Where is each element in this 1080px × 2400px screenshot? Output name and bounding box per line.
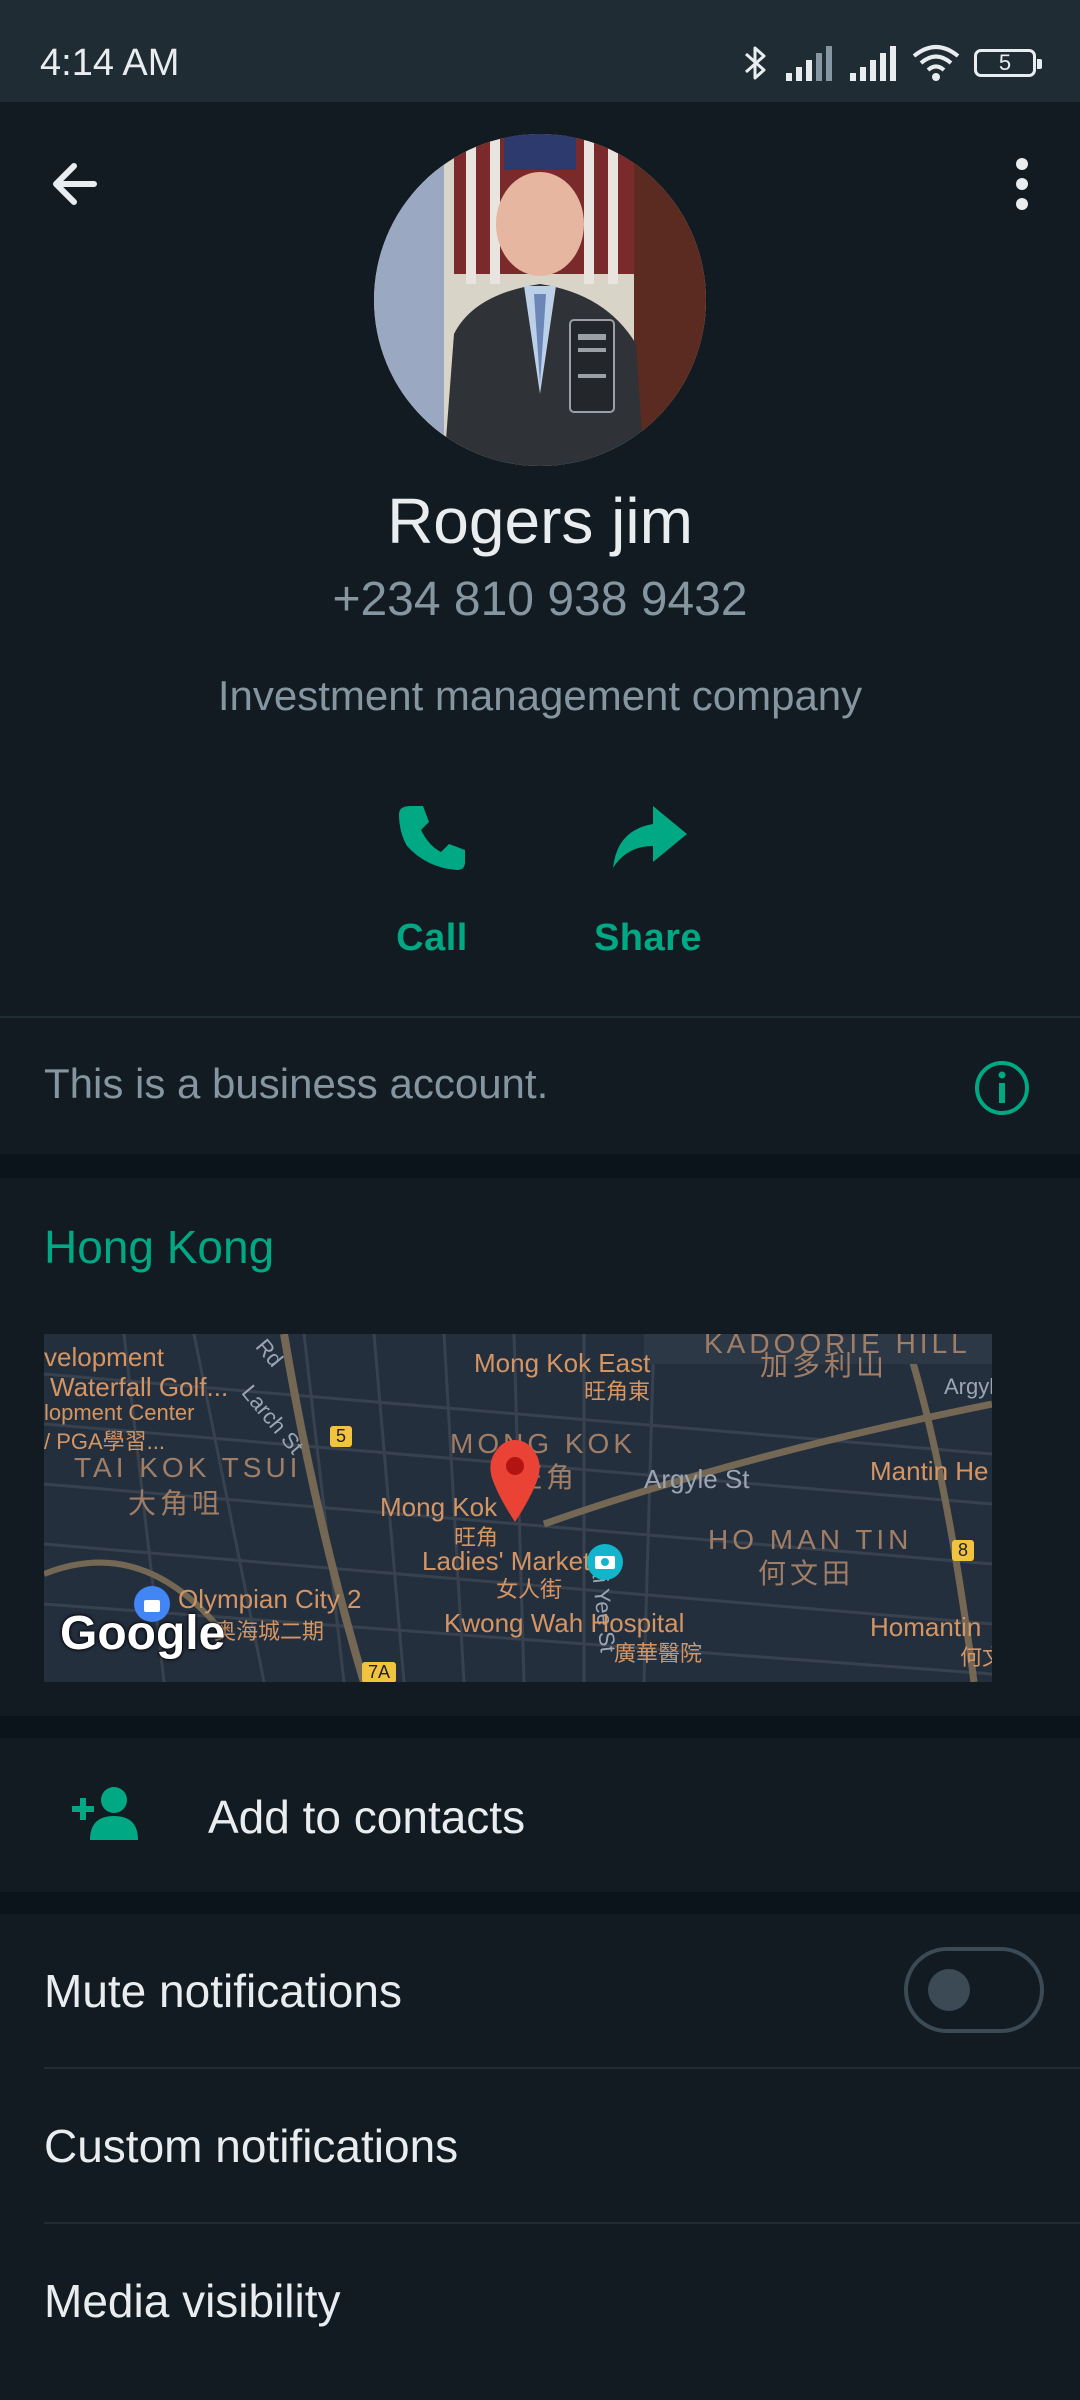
- call-label: Call: [396, 917, 468, 959]
- avatar-photo: [374, 134, 706, 466]
- camera-icon: [587, 1544, 623, 1580]
- media-visibility-label: Media visibility: [44, 2275, 341, 2327]
- battery-icon: 5: [974, 49, 1042, 77]
- map-label: Argyle St: [644, 1464, 750, 1494]
- wifi-icon: [912, 45, 960, 81]
- info-icon[interactable]: [972, 1058, 1032, 1118]
- mute-notifications-label: Mute notifications: [44, 1965, 402, 2017]
- signal-icon: [786, 46, 832, 81]
- avatar[interactable]: [374, 134, 706, 466]
- mute-notifications-toggle[interactable]: [904, 1947, 1044, 2033]
- toggle-knob: [928, 1969, 970, 2011]
- custom-notifications-row[interactable]: Custom notifications: [0, 2069, 1080, 2224]
- more-vert-icon[interactable]: [992, 150, 1052, 218]
- map-label: lopment Center: [44, 1400, 195, 1425]
- profile-card: Rogers jim +234 810 938 9432 Investment …: [0, 102, 1080, 1152]
- location-card: Hong Kong velopment Waterfall Golf... lo…: [0, 1178, 1080, 1716]
- map-label: 廣華醫院: [614, 1641, 703, 1666]
- location-title: Hong Kong: [44, 1221, 275, 1273]
- business-note-text: This is a business account.: [44, 1060, 549, 1107]
- share-icon: [613, 806, 687, 868]
- map-pin-icon: [490, 1440, 540, 1522]
- map-label: Waterfall Golf...: [50, 1372, 229, 1402]
- location-map[interactable]: velopment Waterfall Golf... lopment Cent…: [44, 1334, 992, 1682]
- map-label: Argyl: [944, 1374, 992, 1399]
- add-to-contacts-button[interactable]: Add to contacts: [0, 1738, 1080, 1892]
- map-label: 5: [330, 1426, 353, 1447]
- person-add-icon: [72, 1787, 138, 1840]
- custom-notifications-label: Custom notifications: [44, 2120, 459, 2172]
- map-label: 7A: [362, 1662, 397, 1682]
- arrow-left-icon[interactable]: [42, 150, 110, 218]
- map-label: 加多利山: [760, 1350, 889, 1381]
- map-label: 何文: [960, 1645, 992, 1670]
- call-button[interactable]: Call: [322, 792, 542, 992]
- signal-icon: [850, 46, 896, 81]
- map-label: 何文田: [758, 1558, 855, 1589]
- share-button[interactable]: Share: [538, 792, 758, 992]
- mute-notifications-row[interactable]: Mute notifications: [0, 1914, 1080, 2069]
- status-time: 4:14 AM: [40, 42, 180, 84]
- map-label: 8: [952, 1540, 975, 1561]
- phone-icon: [399, 806, 465, 870]
- map-label: 女人街: [496, 1577, 563, 1602]
- contact-about: Investment management company: [217, 672, 863, 719]
- google-logo: Google: [60, 1607, 226, 1660]
- map-label: 奥海城二期: [214, 1619, 325, 1644]
- notification-settings: Mute notifications Custom notifications …: [0, 1914, 1080, 2400]
- map-label: Mong Kok: [380, 1492, 498, 1522]
- media-visibility-row[interactable]: Media visibility: [0, 2224, 1080, 2379]
- contact-name: Rogers jim: [387, 485, 693, 557]
- business-account-note[interactable]: This is a business account.: [0, 1018, 1080, 1154]
- status-bar: 4:14 AM 5: [0, 0, 1080, 102]
- map-label: TAI KOK TSUI: [74, 1452, 302, 1483]
- map-label: Homantin: [870, 1612, 982, 1642]
- map-label: velopment: [44, 1342, 164, 1372]
- battery-level: 5: [998, 50, 1012, 75]
- status-icons: 5: [742, 40, 1042, 86]
- map-label: Kwong Wah Hospital: [444, 1608, 685, 1638]
- add-to-contacts-label: Add to contacts: [208, 1791, 526, 1843]
- map-label: 旺角東: [584, 1379, 651, 1404]
- contact-phone: +234 810 938 9432: [332, 573, 748, 626]
- map-label: 大角咀: [128, 1488, 225, 1519]
- bluetooth-icon: [745, 46, 766, 80]
- share-label: Share: [593, 917, 703, 959]
- map-label: Mantin He: [870, 1456, 989, 1486]
